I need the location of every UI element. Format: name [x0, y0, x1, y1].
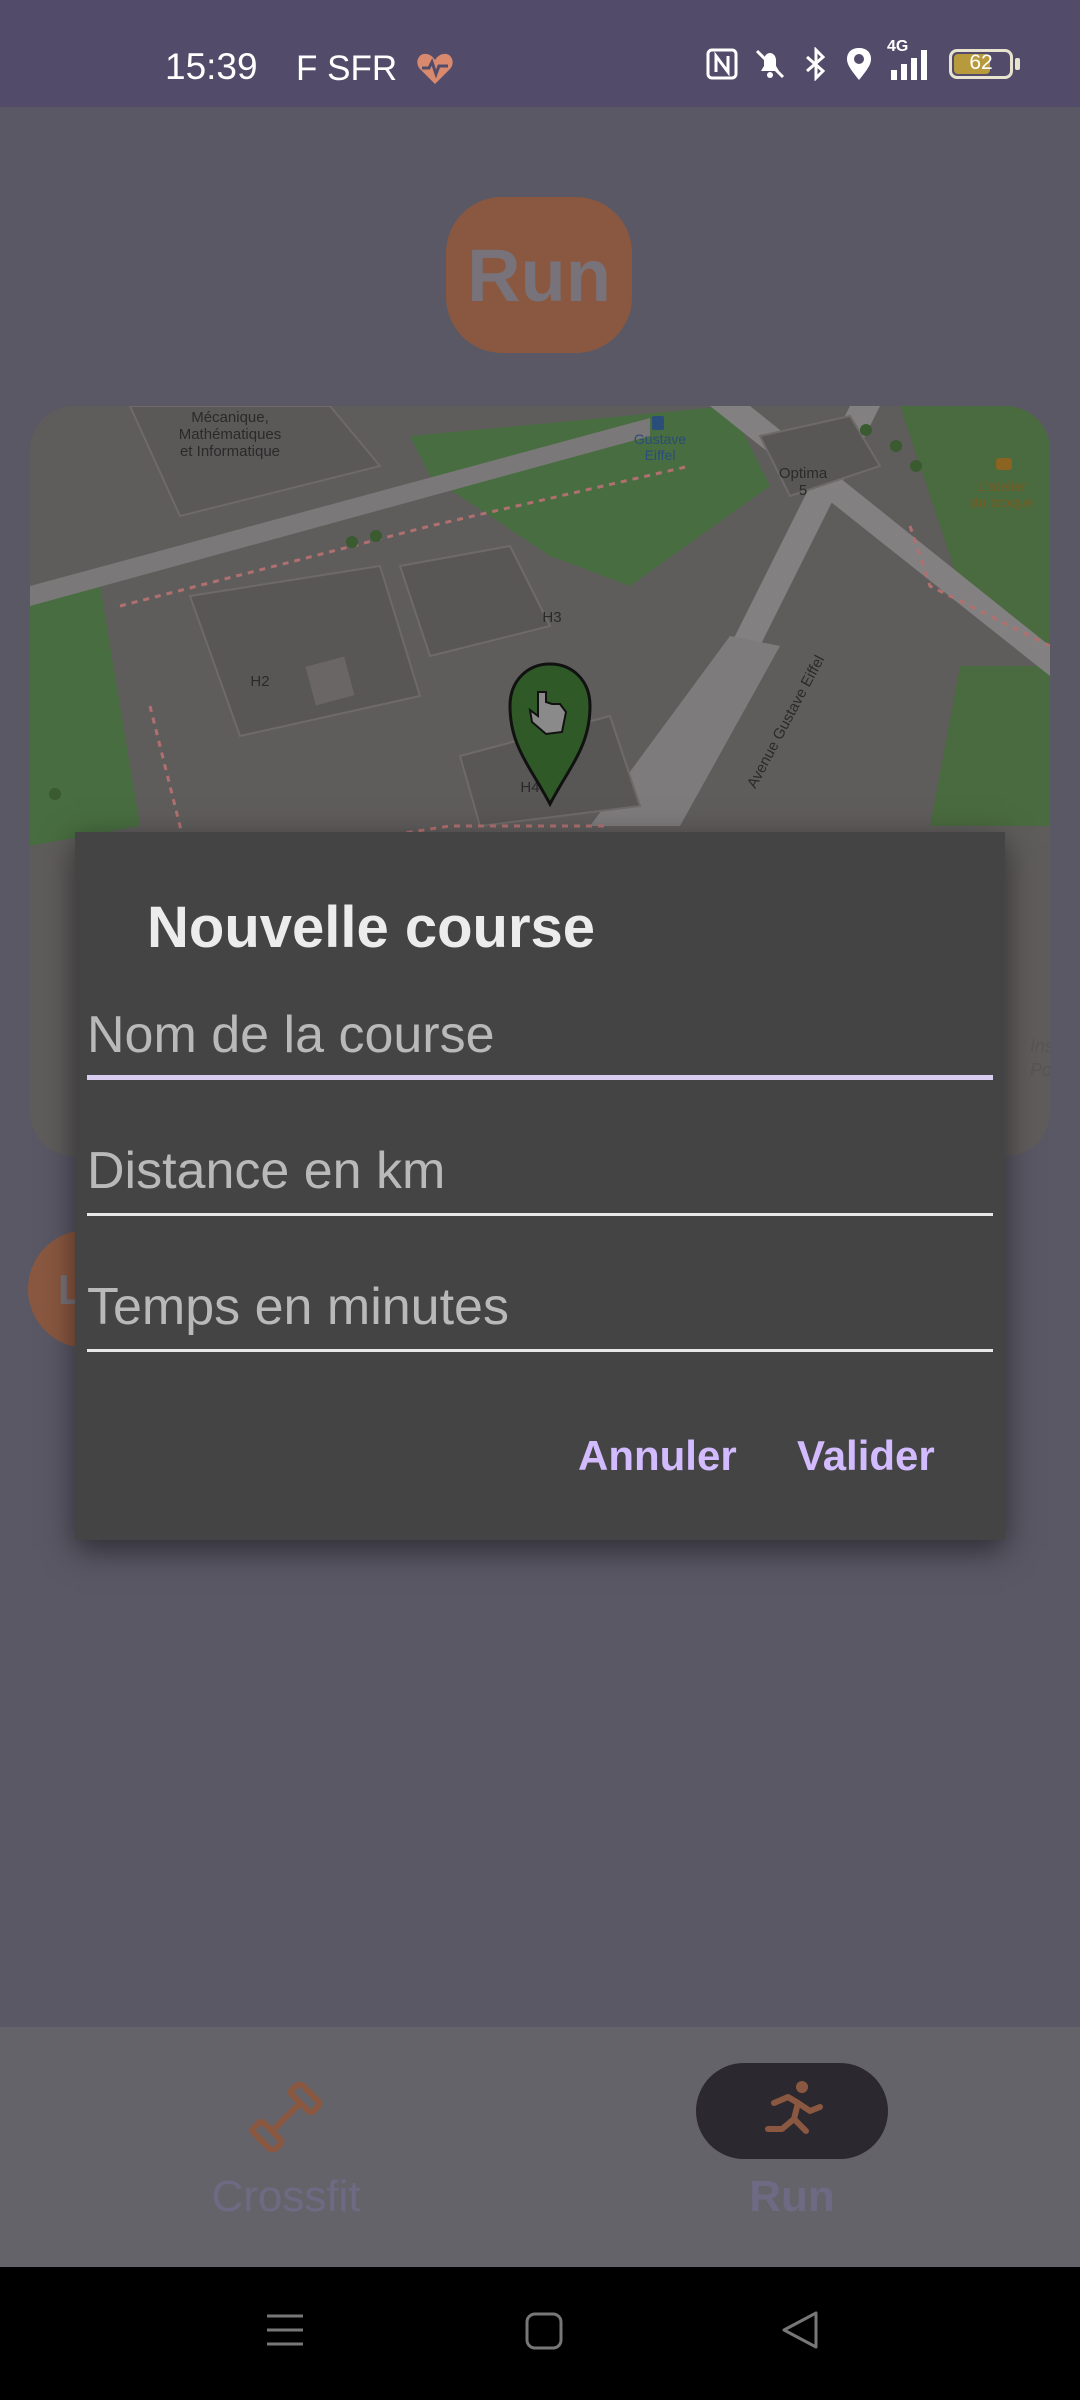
home-icon[interactable]	[524, 2311, 564, 2351]
map-label: Mathématiques	[179, 426, 282, 443]
run-name-underline	[87, 1075, 993, 1080]
map-label: Mécanique,	[191, 409, 269, 426]
location-icon	[845, 47, 873, 81]
map-label: H2	[250, 673, 269, 690]
dumbbell-icon[interactable]	[248, 2080, 324, 2157]
time-input[interactable]	[87, 1272, 993, 1342]
status-icons: 4G 62	[705, 38, 1020, 82]
cancel-button[interactable]: Annuler	[578, 1432, 737, 1480]
new-run-dialog: Nouvelle course Annuler Valider	[75, 832, 1005, 1540]
time-field[interactable]	[87, 1272, 993, 1352]
runner-icon[interactable]	[756, 2077, 828, 2152]
map-label: Gustave	[634, 431, 686, 447]
bottom-nav	[0, 2027, 1080, 2267]
back-icon[interactable]	[780, 2309, 820, 2351]
bluetooth-icon	[801, 47, 831, 81]
system-nav-bar	[0, 2267, 1080, 2400]
map-label: du croque	[971, 494, 1033, 510]
confirm-button[interactable]: Valider	[797, 1432, 935, 1480]
signal-icon: 4G	[887, 38, 935, 82]
network-type: 4G	[887, 38, 909, 55]
status-carrier: F SFR	[296, 49, 398, 88]
nfc-icon	[705, 47, 739, 81]
battery-icon: 62	[949, 49, 1020, 79]
map-label: Optima	[779, 465, 828, 482]
page-title: Run	[446, 197, 632, 353]
distance-field[interactable]	[87, 1136, 993, 1216]
battery-level: 62	[969, 51, 993, 74]
status-time: 15:39	[165, 46, 258, 87]
map-label: L'atelier	[978, 478, 1027, 494]
distance-underline	[87, 1213, 993, 1216]
menu-icon[interactable]	[264, 2309, 306, 2351]
heart-pulse-icon	[416, 52, 454, 86]
run-name-input[interactable]	[87, 1000, 993, 1070]
map-label: H3	[542, 609, 561, 626]
mute-icon	[753, 47, 787, 81]
map-label: 5	[799, 482, 807, 499]
dialog-title: Nouvelle course	[147, 895, 596, 960]
map-label: et Informatique	[180, 443, 280, 460]
nav-item-run[interactable]: Run	[692, 2172, 892, 2222]
nav-item-crossfit[interactable]: Crossfit	[160, 2172, 412, 2222]
map-label: Eiffel	[645, 447, 676, 463]
distance-input[interactable]	[87, 1136, 993, 1206]
time-underline	[87, 1349, 993, 1352]
map-label: Institut	[1030, 1036, 1050, 1056]
run-name-field[interactable]	[87, 1000, 993, 1080]
map-label: Pobuc	[1030, 1060, 1050, 1080]
